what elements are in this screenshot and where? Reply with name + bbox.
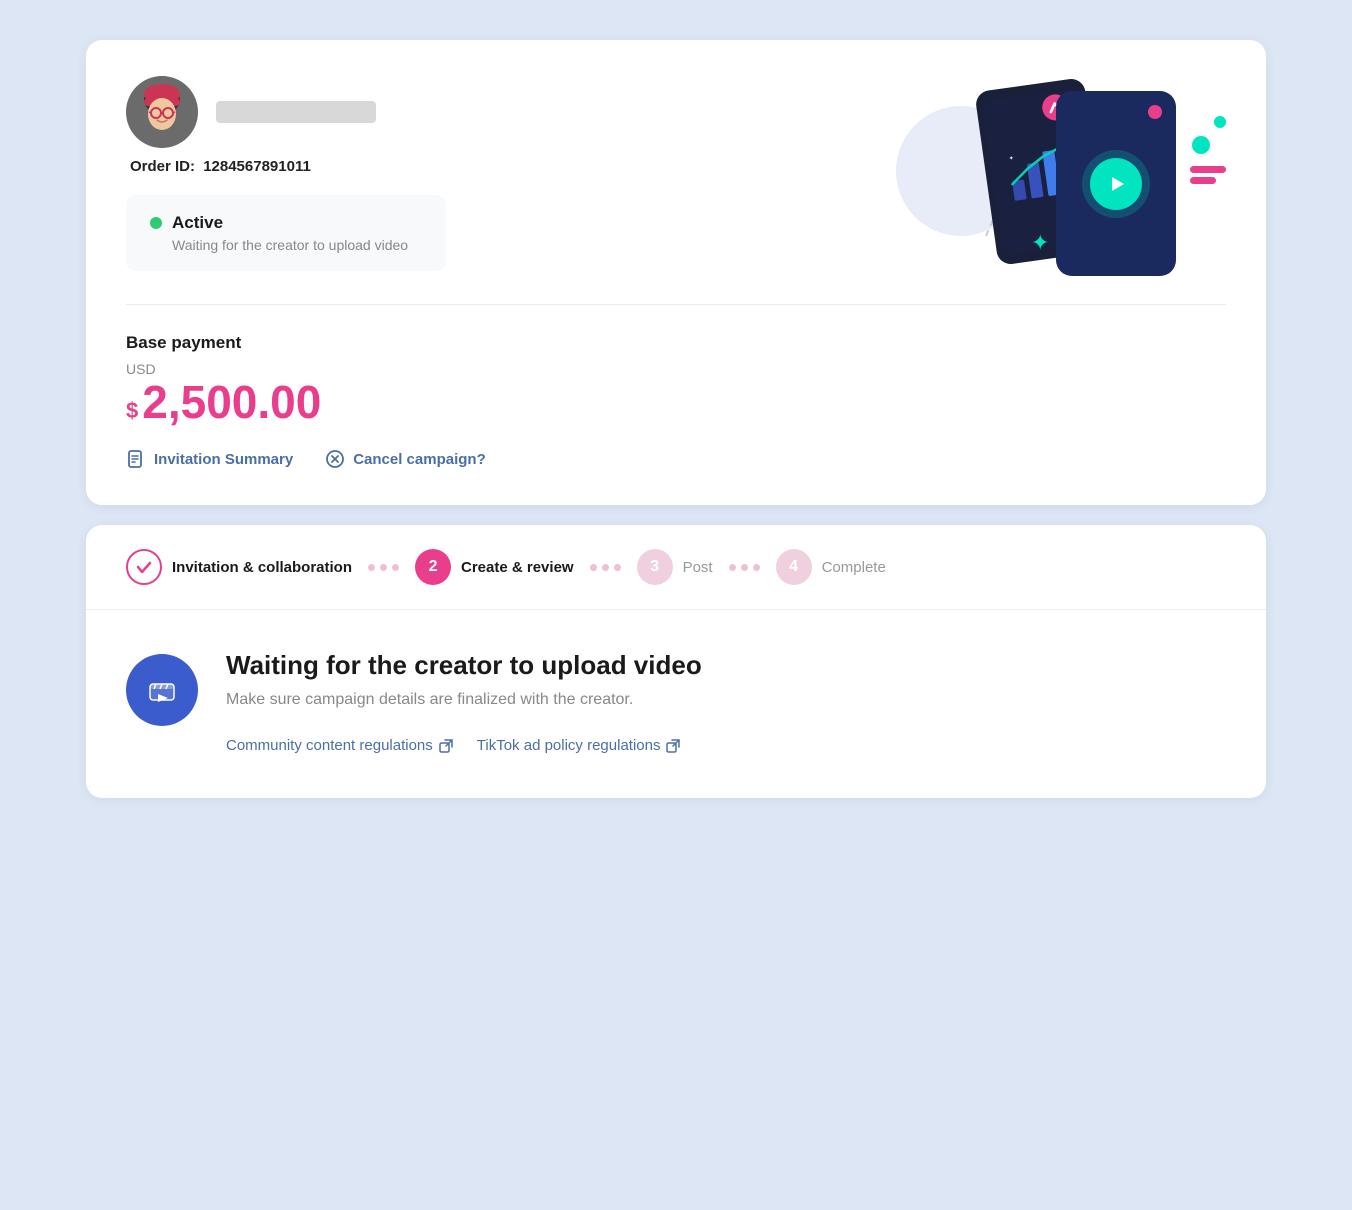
- body-text: Waiting for the creator to upload video …: [226, 650, 1226, 754]
- phone-front-screen: [1062, 101, 1170, 266]
- order-id-value: 1284567891011: [203, 158, 311, 175]
- step-circle-4: 4: [776, 549, 812, 585]
- step-dots-2: [590, 564, 621, 571]
- step-num-4: 4: [789, 558, 798, 576]
- teal-circle-decor: [1192, 136, 1210, 154]
- step-dot: [392, 564, 399, 571]
- payment-label: Base payment: [126, 333, 1226, 353]
- illustration: ✦ ✦: [886, 76, 1226, 276]
- status-dot: [150, 217, 162, 229]
- avatar: [126, 76, 198, 148]
- step-circle-3: 3: [637, 549, 673, 585]
- main-card: Order ID: 1284567891011 Active Waiting f…: [86, 40, 1266, 505]
- header-row: Order ID: 1284567891011 Active Waiting f…: [126, 76, 1226, 276]
- payment-section: Base payment USD $ 2,500.00: [126, 333, 1226, 425]
- sparkle-icon: ✦: [1031, 230, 1049, 256]
- step-item-3: 3 Post: [637, 549, 713, 585]
- cancel-campaign-label: Cancel campaign?: [353, 451, 486, 468]
- pink-bar-long: [1190, 166, 1226, 173]
- svg-text:✦: ✦: [1008, 154, 1014, 162]
- pink-bar-short: [1190, 177, 1216, 184]
- action-row: Invitation Summary Cancel campaign?: [126, 449, 1226, 469]
- step-label-4: Complete: [822, 559, 886, 576]
- step-circle-2: 2: [415, 549, 451, 585]
- step-dot: [590, 564, 597, 571]
- step-dot: [368, 564, 375, 571]
- step-dot: [614, 564, 621, 571]
- step-dot: [602, 564, 609, 571]
- steps-card: Invitation & collaboration 2 Create & re…: [86, 525, 1266, 798]
- phone-front: [1056, 91, 1176, 276]
- invitation-summary-label: Invitation Summary: [154, 451, 293, 468]
- step-item-1: Invitation & collaboration: [126, 549, 352, 585]
- step-dots-3: [729, 564, 760, 571]
- external-link-icon-2: [666, 739, 680, 753]
- community-reg-label: Community content regulations: [226, 737, 433, 754]
- amount-value: 2,500.00: [142, 379, 321, 425]
- step-dot: [380, 564, 387, 571]
- regulation-links: Community content regulations TikTok ad …: [226, 737, 1226, 754]
- dollar-sign: $: [126, 398, 138, 424]
- status-label: Active: [172, 213, 223, 233]
- steps-body: Waiting for the creator to upload video …: [86, 610, 1266, 798]
- step-circle-1: [126, 549, 162, 585]
- status-sub: Waiting for the creator to upload video: [150, 237, 422, 253]
- invitation-summary-link[interactable]: Invitation Summary: [126, 449, 293, 469]
- pink-bars: [1190, 166, 1226, 184]
- step-label-2: Create & review: [461, 559, 574, 576]
- step-item-4: 4 Complete: [776, 549, 886, 585]
- external-link-icon: [439, 739, 453, 753]
- cancel-campaign-link[interactable]: Cancel campaign?: [325, 449, 486, 469]
- body-sub: Make sure campaign details are finalized…: [226, 691, 1226, 709]
- page-wrapper: Order ID: 1284567891011 Active Waiting f…: [86, 40, 1266, 798]
- body-content-row: Waiting for the creator to upload video …: [126, 650, 1226, 754]
- document-icon: [126, 449, 146, 469]
- cancel-icon: [325, 449, 345, 469]
- step-num-3: 3: [650, 558, 659, 576]
- step-item-2: 2 Create & review: [415, 549, 574, 585]
- step-dot: [753, 564, 760, 571]
- step-num-2: 2: [429, 558, 438, 576]
- step-label-1: Invitation & collaboration: [172, 559, 352, 576]
- step-dot: [741, 564, 748, 571]
- upload-icon-circle: [126, 654, 198, 726]
- status-box: Active Waiting for the creator to upload…: [126, 195, 446, 271]
- step-dot: [729, 564, 736, 571]
- name-bar-placeholder: [216, 101, 376, 123]
- order-id-row: Order ID: 1284567891011: [126, 158, 886, 175]
- amount-row: $ 2,500.00: [126, 379, 1226, 425]
- header-left: Order ID: 1284567891011 Active Waiting f…: [126, 76, 886, 271]
- community-reg-link[interactable]: Community content regulations: [226, 737, 453, 754]
- tiktok-reg-label: TikTok ad policy regulations: [477, 737, 661, 754]
- steps-header: Invitation & collaboration 2 Create & re…: [86, 525, 1266, 610]
- tiktok-reg-link[interactable]: TikTok ad policy regulations: [477, 737, 681, 754]
- step-label-3: Post: [683, 559, 713, 576]
- order-id-label: Order ID:: [130, 158, 195, 175]
- currency-label: USD: [126, 361, 1226, 377]
- status-top: Active: [150, 213, 422, 233]
- step-dots-1: [368, 564, 399, 571]
- teal-circle-sm: [1214, 116, 1226, 128]
- avatar-row: [126, 76, 886, 148]
- divider: [126, 304, 1226, 305]
- body-title: Waiting for the creator to upload video: [226, 650, 1226, 681]
